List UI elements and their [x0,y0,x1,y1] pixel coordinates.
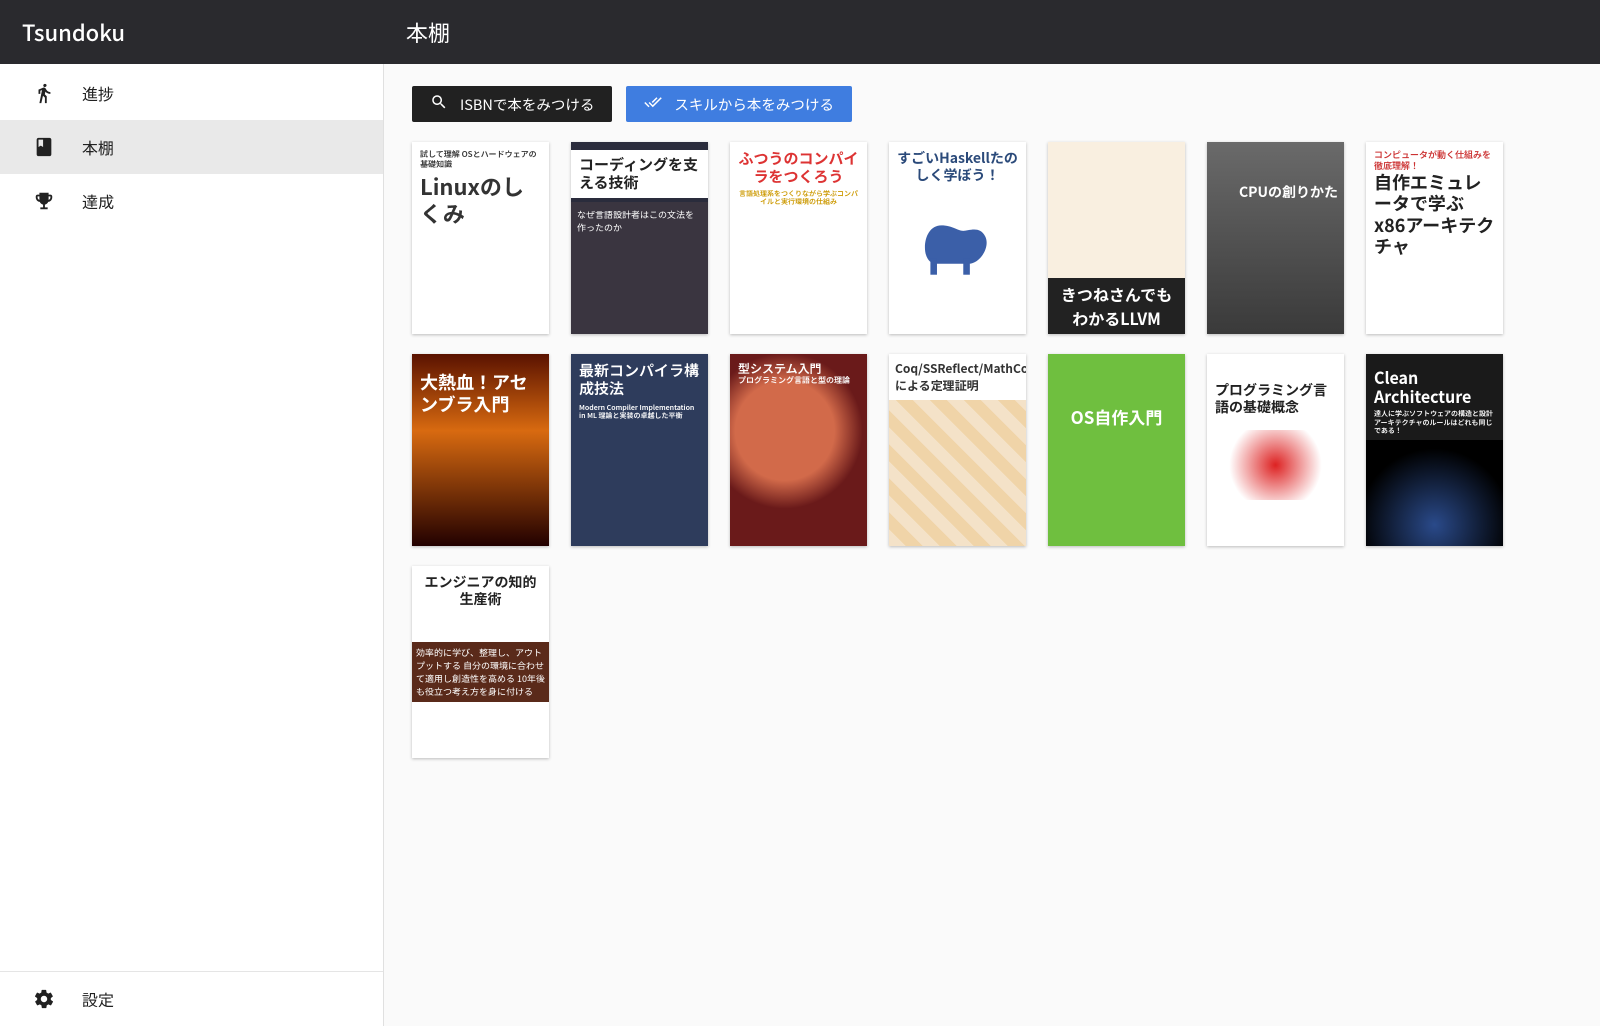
book-title: Linuxのしくみ [420,173,541,226]
walk-icon [32,81,56,105]
sidebar-item-label: 本棚 [82,135,114,159]
sidebar-item-progress[interactable]: 進捗 [0,66,383,120]
book-item[interactable]: コーディングを支える技術 なぜ言語設計者はこの文法を作ったのか [571,142,708,334]
toolbar: ISBNで本をみつける スキルから本をみつける [412,86,1572,122]
book-title: CPUの創りかた [1207,182,1344,202]
header: Tsundoku 本棚 [0,0,1600,64]
sidebar-item-achievement[interactable]: 達成 [0,174,383,228]
book-title: エンジニアの知的生産術 [420,574,541,608]
book-title: OS自作入門 [1048,404,1185,429]
bookshelf-grid: 試して理解 OSとハードウェアの基礎知識Linuxのしくみ コーディングを支える… [412,142,1572,758]
book-item[interactable]: 大熱血！アセンブラ入門 [412,354,549,546]
button-label: ISBNで本をみつける [460,94,594,115]
button-label: スキルから本をみつける [674,94,834,115]
sidebar-item-settings[interactable]: 設定 [0,972,383,1026]
book-title: 最新コンパイラ構成技法 [579,362,700,398]
book-item[interactable]: コンピュータが動く仕組みを徹底理解！自作エミュレータで学ぶx86アーキテクチャ [1366,142,1503,334]
book-item[interactable]: 試して理解 OSとハードウェアの基礎知識Linuxのしくみ [412,142,549,334]
book-title: Clean Architecture [1374,368,1495,406]
book-item[interactable]: きつねさんでもわかるLLVM [1048,142,1185,334]
book-title: コーディングを支える技術 [571,150,708,198]
sidebar-item-label: 設定 [82,987,114,1011]
book-item[interactable]: Clean Architecture達人に学ぶソフトウェアの構造と設計 アーキテ… [1366,354,1503,546]
sidebar-item-label: 進捗 [82,81,114,105]
book-item[interactable]: Coq/SSReflect/MathCompによる定理証明 [889,354,1026,546]
book-item[interactable]: ふつうのコンパイラをつくろう言語処理系をつくりながら学ぶコンパイルと実行環境の仕… [730,142,867,334]
sidebar-item-shelf[interactable]: 本棚 [0,120,383,174]
sidebar: 進捗 本棚 達成 [0,64,384,1026]
book-item[interactable]: すごいHaskellたのしく学ぼう！ [889,142,1026,334]
find-by-isbn-button[interactable]: ISBNで本をみつける [412,86,612,122]
book-item[interactable]: 型システム入門プログラミング言語と型の理論 [730,354,867,546]
book-title: 自作エミュレータで学ぶx86アーキテクチャ [1374,172,1495,258]
trophy-icon [32,189,56,213]
book-item[interactable]: OS自作入門 [1048,354,1185,546]
check-all-icon [644,93,662,116]
book-item[interactable]: 最新コンパイラ構成技法Modern Compiler Implementatio… [571,354,708,546]
nav-list: 進捗 本棚 達成 [0,64,383,971]
main-content: ISBNで本をみつける スキルから本をみつける 試して理解 OSとハードウェアの… [384,64,1600,1026]
book-title: プログラミング言語の基礎概念 [1215,382,1336,416]
book-title: すごいHaskellたのしく学ぼう！ [897,150,1018,184]
sidebar-item-label: 達成 [82,189,114,213]
book-item[interactable]: プログラミング言語の基礎概念 [1207,354,1344,546]
book-icon [32,135,56,159]
gear-icon [32,987,56,1011]
book-item[interactable]: エンジニアの知的生産術 効率的に学び、整理し、アウトプットする 自分の環境に合わ… [412,566,549,758]
book-title: ふつうのコンパイラをつくろう [738,150,859,186]
book-title: きつねさんでもわかるLLVM [1048,278,1185,334]
book-title: 大熱血！アセンブラ入門 [420,372,541,415]
page-title: 本棚 [384,0,1600,64]
book-title: 型システム入門 [738,362,859,376]
find-by-skill-button[interactable]: スキルから本をみつける [626,86,852,122]
book-item[interactable]: CPUの創りかた [1207,142,1344,334]
book-title: Coq/SSReflect/MathCompによる定理証明 [889,354,1026,400]
search-icon [430,93,448,116]
app-name: Tsundoku [0,0,384,64]
